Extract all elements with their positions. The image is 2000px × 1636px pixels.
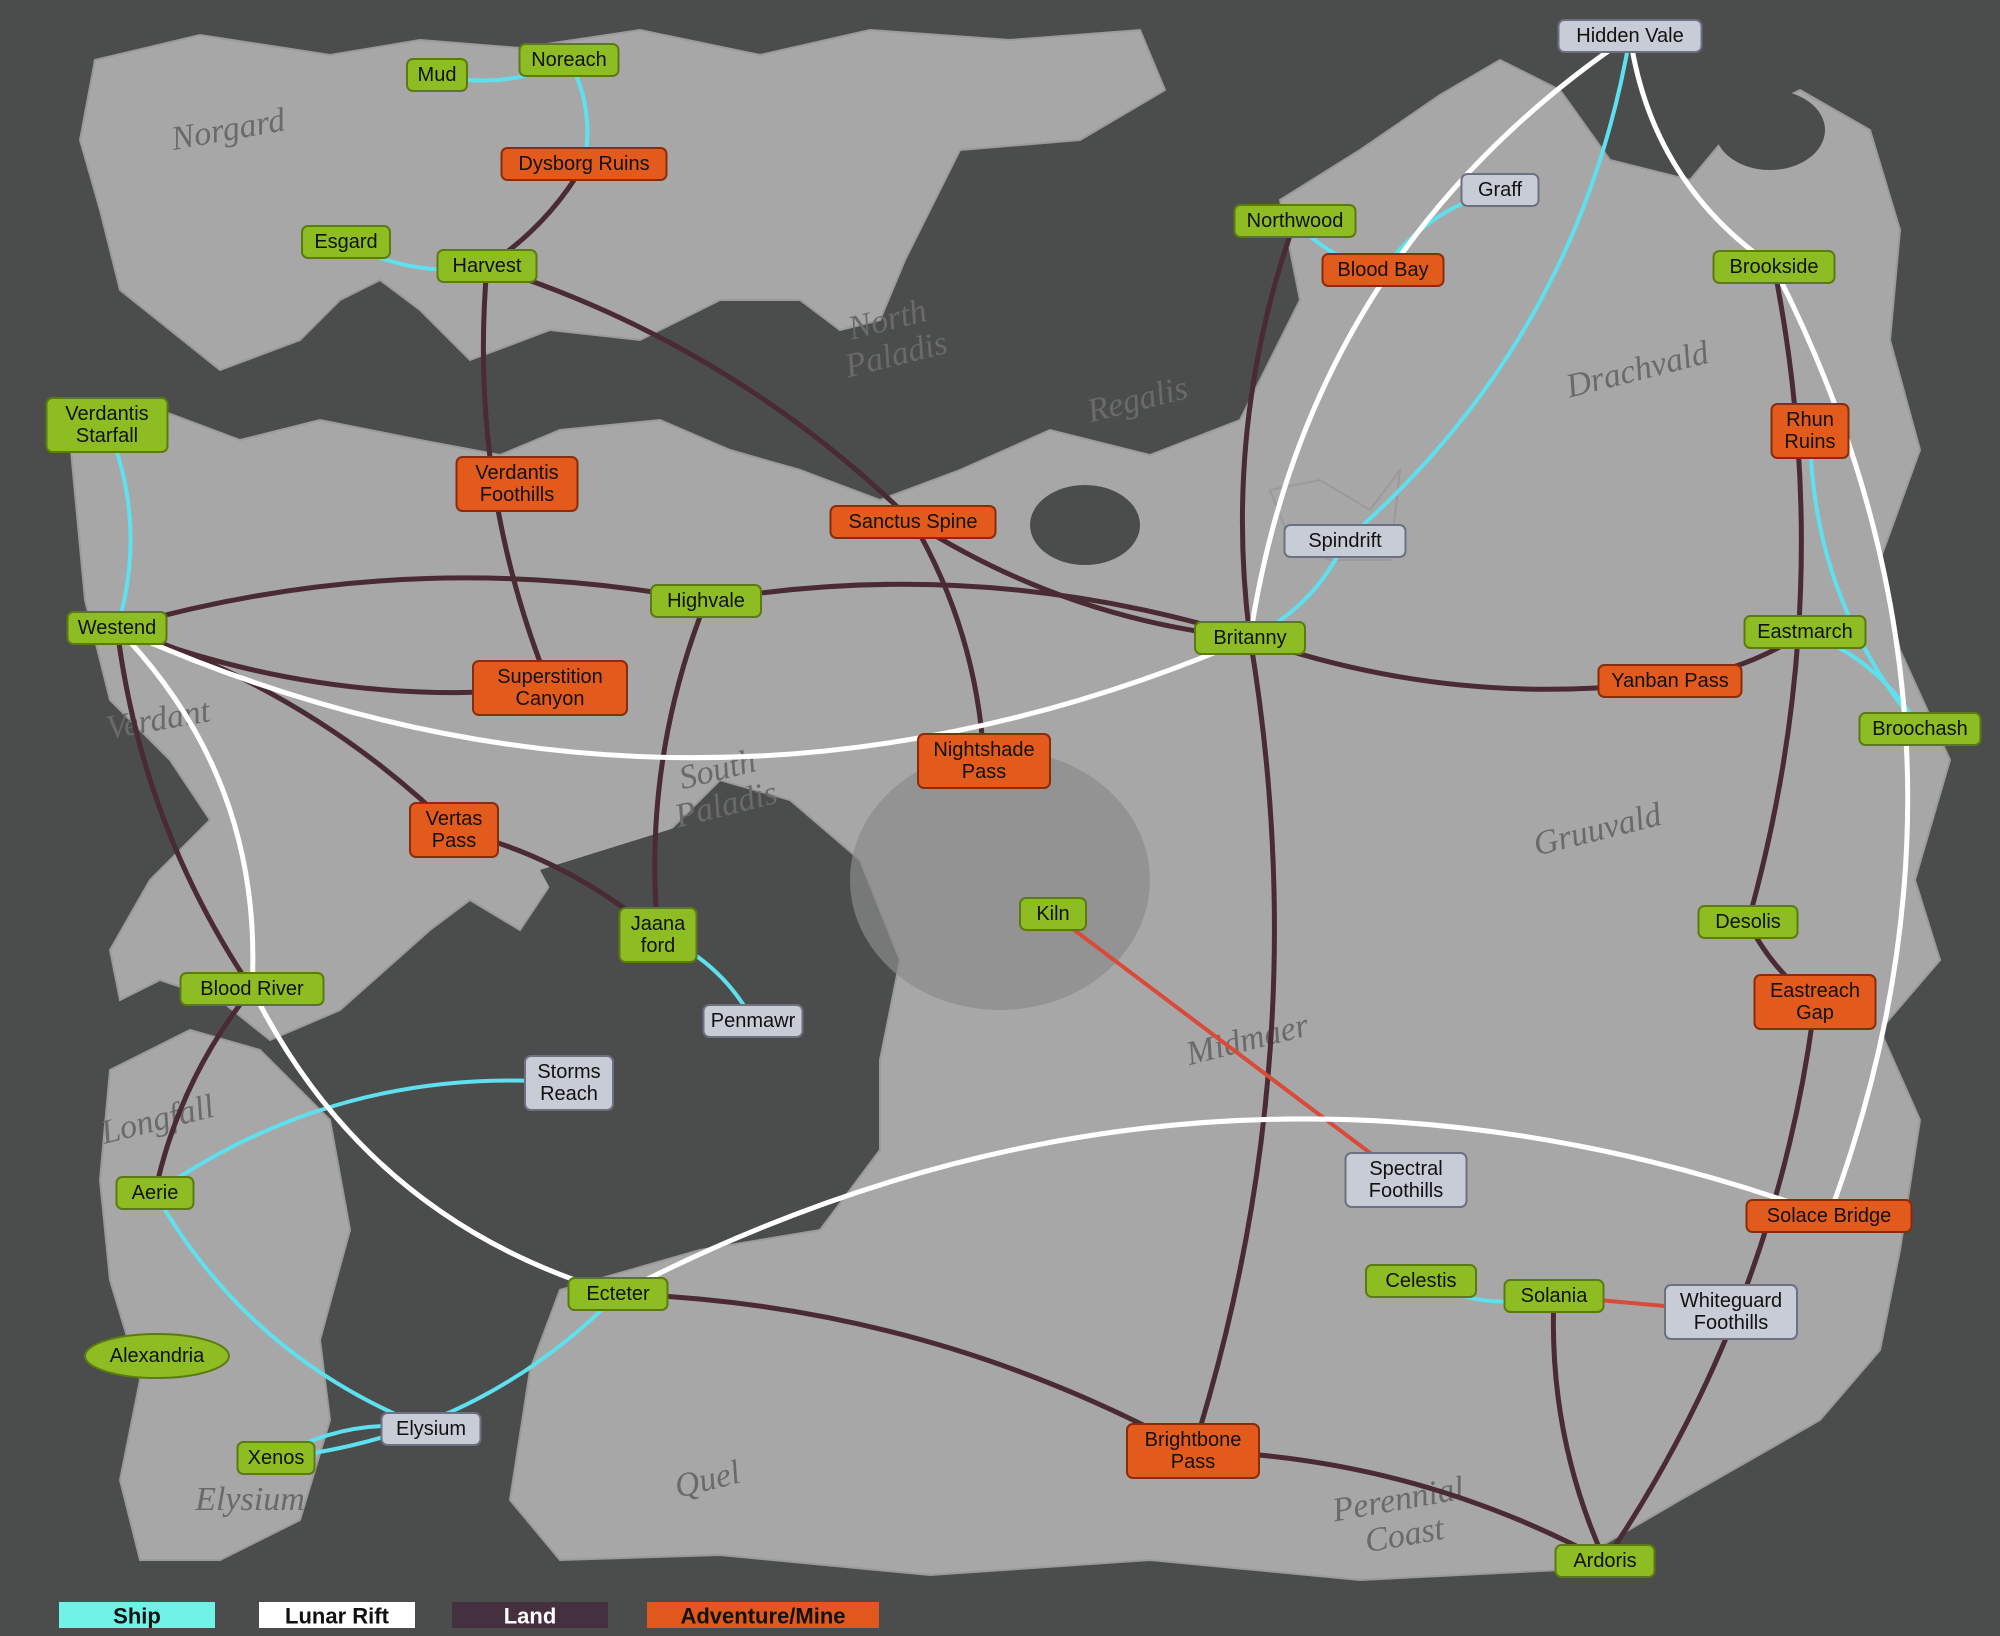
location-jaana-ford[interactable]: Jaana ford	[618, 907, 698, 963]
location-label: Solace Bridge	[1767, 1205, 1892, 1227]
location-yanban-pass[interactable]: Yanban Pass	[1597, 664, 1743, 698]
location-label: Verdantis Foothills	[475, 462, 558, 506]
location-blood-river[interactable]: Blood River	[179, 972, 325, 1006]
location-graff[interactable]: Graff	[1460, 173, 1540, 207]
location-label: Solania	[1521, 1285, 1589, 1307]
location-label: Elysium	[396, 1418, 466, 1440]
location-label: Rhun Ruins	[1784, 409, 1835, 453]
location-dysborg-ruins[interactable]: Dysborg Ruins	[500, 147, 668, 181]
legend-item-lunar-rift: Lunar Rift	[259, 1602, 415, 1629]
location-broochash[interactable]: Broochash	[1858, 712, 1982, 746]
location-westend[interactable]: Westend	[66, 611, 168, 645]
location-label: Xenos	[248, 1447, 305, 1469]
legend-label: Adventure/Mine	[680, 1604, 845, 1629]
location-brightbone-pass[interactable]: Brightbone Pass	[1126, 1423, 1260, 1479]
legend-item-adventure-mine: Adventure/Mine	[647, 1602, 879, 1629]
location-verdantis-starfall[interactable]: Verdantis Starfall	[45, 397, 169, 453]
location-superstition-canyon[interactable]: Superstition Canyon	[472, 660, 628, 716]
lake	[1030, 485, 1140, 565]
location-label: Ecteter	[586, 1283, 650, 1305]
location-label: Blood Bay	[1337, 259, 1428, 281]
location-kiln[interactable]: Kiln	[1019, 897, 1087, 931]
location-verdantis-foothills[interactable]: Verdantis Foothills	[455, 456, 579, 512]
location-label: Esgard	[314, 231, 377, 253]
location-label: Whiteguard Foothills	[1680, 1290, 1782, 1334]
location-hidden-vale[interactable]: Hidden Vale	[1557, 19, 1703, 53]
location-label: Spectral Foothills	[1369, 1158, 1443, 1202]
location-label: Britanny	[1213, 627, 1286, 649]
location-label: Blood River	[200, 978, 304, 1000]
land-mass	[68, 28, 1952, 1582]
location-solace-bridge[interactable]: Solace Bridge	[1745, 1199, 1913, 1233]
location-whiteguard-foothills[interactable]: Whiteguard Foothills	[1664, 1284, 1798, 1340]
location-celestis[interactable]: Celestis	[1365, 1264, 1477, 1298]
location-desolis[interactable]: Desolis	[1697, 905, 1799, 939]
location-mud[interactable]: Mud	[406, 58, 468, 92]
location-label: Aerie	[132, 1182, 179, 1204]
location-aerie[interactable]: Aerie	[115, 1176, 195, 1210]
legend-item-land: Land	[452, 1602, 608, 1629]
location-ardoris[interactable]: Ardoris	[1554, 1544, 1656, 1578]
location-label: Hidden Vale	[1576, 25, 1683, 47]
location-label: Verdantis Starfall	[65, 403, 148, 447]
location-label: Penmawr	[711, 1010, 796, 1032]
location-label: Kiln	[1036, 903, 1069, 925]
location-rhun-ruins[interactable]: Rhun Ruins	[1770, 403, 1850, 459]
location-penmawr[interactable]: Penmawr	[702, 1004, 804, 1038]
location-ecteter[interactable]: Ecteter	[567, 1277, 669, 1311]
legend-label: Land	[504, 1604, 557, 1629]
legend-item-ship: Ship	[59, 1602, 215, 1629]
location-label: Harvest	[453, 255, 522, 277]
location-label: Sanctus Spine	[849, 511, 978, 533]
location-label: Spindrift	[1308, 530, 1382, 552]
location-spectral-foothills[interactable]: Spectral Foothills	[1344, 1152, 1468, 1208]
location-sanctus-spine[interactable]: Sanctus Spine	[829, 505, 997, 539]
location-spindrift[interactable]: Spindrift	[1283, 524, 1407, 558]
region-label-regalis: Regalis	[1083, 370, 1192, 431]
location-nightshade-pass[interactable]: Nightshade Pass	[917, 733, 1051, 789]
location-northwood[interactable]: Northwood	[1233, 204, 1357, 238]
location-vertas-pass[interactable]: Vertas Pass	[409, 802, 499, 858]
region-label-elysium: Elysium	[194, 1481, 305, 1518]
legend-label: Ship	[113, 1604, 161, 1629]
location-eastmarch[interactable]: Eastmarch	[1743, 615, 1867, 649]
inland-sea	[520, 820, 860, 1230]
legend-label: Lunar Rift	[285, 1604, 390, 1629]
location-noreach[interactable]: Noreach	[518, 43, 620, 77]
location-label: Dysborg Ruins	[518, 153, 649, 175]
location-label: Alexandria	[110, 1345, 205, 1367]
location-label: Yanban Pass	[1611, 670, 1729, 692]
location-label: Celestis	[1385, 1270, 1456, 1292]
location-label: Storms Reach	[537, 1061, 600, 1105]
location-label: Eastmarch	[1757, 621, 1853, 643]
location-eastreach-gap[interactable]: Eastreach Gap	[1753, 974, 1877, 1030]
location-label: Highvale	[667, 590, 745, 612]
location-elysium[interactable]: Elysium	[380, 1412, 482, 1446]
location-label: Ardoris	[1573, 1550, 1636, 1572]
location-solania[interactable]: Solania	[1503, 1279, 1605, 1313]
location-label: Graff	[1478, 179, 1523, 201]
location-label: Northwood	[1247, 210, 1344, 232]
location-xenos[interactable]: Xenos	[236, 1441, 316, 1475]
world-map: NorthPaladisSouthPaladisRegalisVerdantDr…	[45, 19, 1982, 1629]
location-label: Broochash	[1872, 718, 1968, 740]
location-label: Mud	[418, 64, 457, 86]
location-harvest[interactable]: Harvest	[436, 249, 538, 283]
location-esgard[interactable]: Esgard	[301, 225, 391, 259]
location-label: Westend	[78, 617, 157, 639]
location-label: Desolis	[1715, 911, 1781, 933]
northern-lake	[1715, 90, 1825, 170]
location-highvale[interactable]: Highvale	[650, 584, 762, 618]
location-storms-reach[interactable]: Storms Reach	[524, 1055, 614, 1111]
location-brookside[interactable]: Brookside	[1712, 250, 1836, 284]
location-label: Noreach	[531, 49, 607, 71]
location-alexandria[interactable]: Alexandria	[84, 1333, 230, 1379]
location-blood-bay[interactable]: Blood Bay	[1321, 253, 1445, 287]
location-label: Vertas Pass	[426, 808, 483, 852]
location-label: Brookside	[1730, 256, 1819, 278]
legend: Ship Lunar Rift Land Adventure/Mine	[59, 1602, 879, 1629]
location-britanny[interactable]: Britanny	[1194, 621, 1306, 655]
